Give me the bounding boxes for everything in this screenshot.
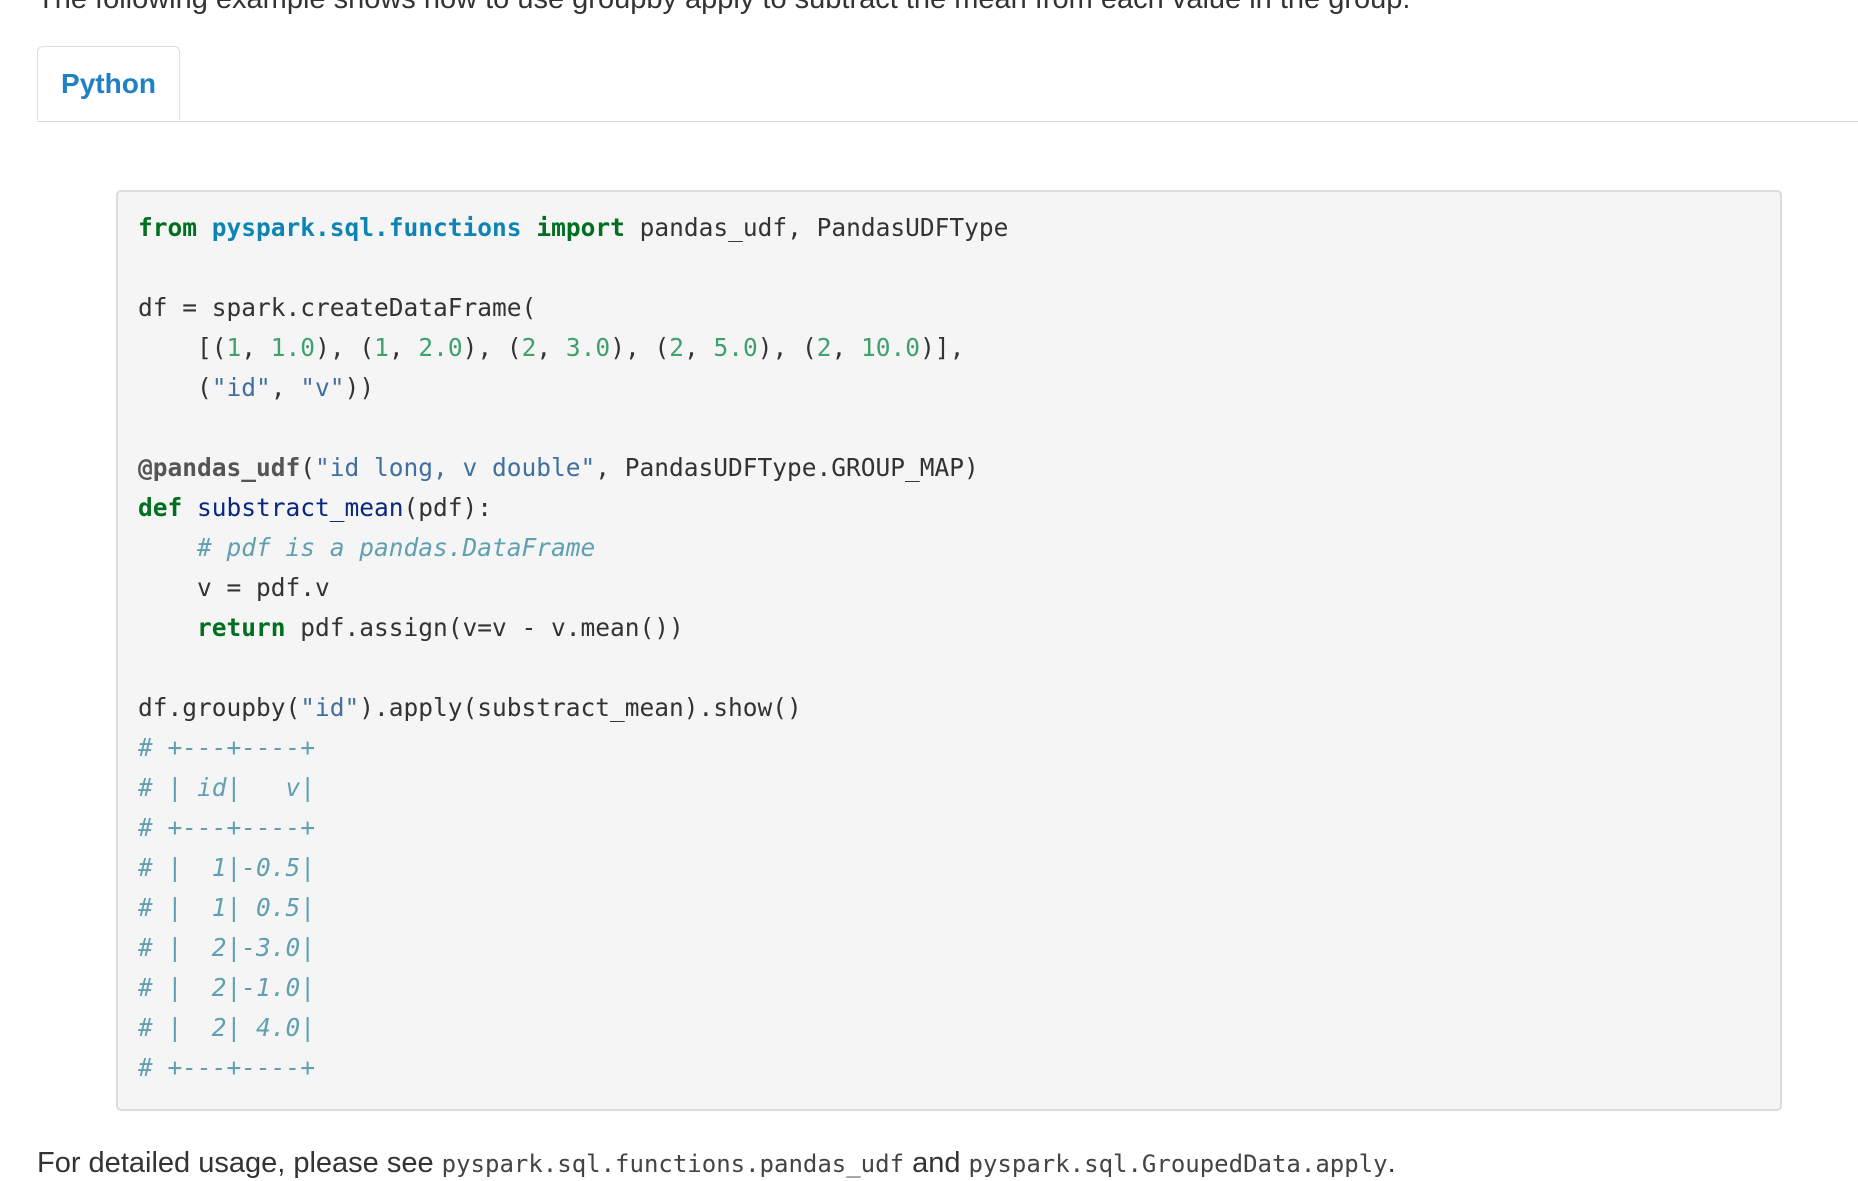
intro-paragraph: The following example shows how to use g… [37,0,1410,16]
code-token: v = pdf.v [138,573,330,602]
code-token: ( [138,373,212,402]
code-token: , [388,333,419,362]
code-token: 1.0 [270,333,316,362]
code-line: # | 2|-3.0| [138,933,315,962]
code-token: pdf.assign(v=v - v.mean()) [285,613,684,642]
code-token: 10.0 [861,333,921,362]
code-token: df = spark.createDataFrame( [138,293,537,322]
code-token: 1 [374,333,389,362]
code-line: from pyspark.sql.functions import pandas… [138,213,1008,242]
code-token: pandas_udf, PandasUDFType [624,213,1009,242]
code-line: # +---+----+ [138,813,315,842]
usage-text-prefix: For detailed usage, please see [37,1147,442,1179]
code-token: # +---+----+ [138,733,316,762]
grouped-data-apply-code-link[interactable]: pyspark.sql.GroupedData.apply [969,1150,1388,1178]
code-content: from pyspark.sql.functions import pandas… [138,208,1760,1088]
code-token: import [536,213,625,242]
code-token: )], [920,333,965,362]
code-line: # | 2| 4.0| [138,1013,315,1042]
code-line: [(1, 1.0), (1, 2.0), (2, 3.0), (2, 5.0),… [138,333,964,362]
code-token: 3.0 [565,333,611,362]
code-token: # | 2| 4.0| [138,1013,316,1042]
code-token: , [536,333,566,362]
code-token: 2 [521,333,537,362]
code-token: ), ( [315,333,375,362]
code-token: # | 2|-1.0| [138,973,316,1002]
code-token: ).apply(substract_mean).show() [359,693,802,722]
code-token: 2 [669,333,684,362]
code-token: 2 [816,333,832,362]
code-token: )) [344,373,375,402]
code-token: # | 2|-3.0| [138,933,316,962]
code-token: , [241,333,271,362]
code-token: , [270,373,301,402]
code-line: ("id", "v")) [138,373,374,402]
code-token: return [197,613,286,642]
usage-text-suffix: . [1387,1147,1396,1179]
language-tab-bar: Python [37,46,1858,122]
code-line: # | 2|-1.0| [138,973,315,1002]
code-token: [( [138,333,227,362]
code-line: # | 1|-0.5| [138,853,315,882]
code-token: (pdf): [403,493,493,522]
code-token: ), ( [757,333,817,362]
code-token: "id" [211,373,271,402]
code-token: , PandasUDFType.GROUP_MAP) [595,453,979,482]
usage-paragraph: For detailed usage, please see pyspark.s… [37,1146,1396,1181]
code-token: , [683,333,714,362]
code-line: df.groupby("id").apply(substract_mean).s… [138,693,802,722]
code-token: # +---+----+ [138,813,316,842]
code-line: v = pdf.v [138,573,330,602]
code-token: # +---+----+ [138,1053,316,1082]
code-block: from pyspark.sql.functions import pandas… [116,190,1782,1111]
code-line: # | id| v| [138,773,315,802]
code-token: , [831,333,862,362]
code-token: pyspark.sql.functions [211,213,522,242]
code-token: ), ( [462,333,522,362]
code-token: "v" [300,373,345,402]
code-line: # +---+----+ [138,1053,315,1082]
code-line: # +---+----+ [138,733,315,762]
code-token: # pdf is a pandas.DataFrame [197,533,596,562]
code-line: # pdf is a pandas.DataFrame [138,533,595,562]
code-token: def [138,493,183,522]
code-token: ( [300,453,316,482]
code-token: @pandas_udf [138,453,301,482]
code-token: 5.0 [713,333,758,362]
code-token: ), ( [610,333,670,362]
code-token: substract_mean [197,493,404,522]
code-line: @pandas_udf("id long, v double", PandasU… [138,453,979,482]
code-token: 1 [226,333,242,362]
code-token: # | id| v| [138,773,316,802]
code-token: "id" [300,693,360,722]
code-line: df = spark.createDataFrame( [138,293,536,322]
code-token: # | 1|-0.5| [138,853,316,882]
code-line: return pdf.assign(v=v - v.mean()) [138,613,684,642]
code-token: # | 1| 0.5| [138,893,316,922]
pandas-udf-code-link[interactable]: pyspark.sql.functions.pandas_udf [442,1150,904,1178]
code-token: df.groupby( [138,693,301,722]
code-token: "id long, v double" [315,453,596,482]
usage-text-middle: and [904,1147,969,1179]
code-line: # | 1| 0.5| [138,893,315,922]
tab-python[interactable]: Python [37,46,180,120]
code-line: def substract_mean(pdf): [138,493,492,522]
code-token: from [138,213,198,242]
code-token: 2.0 [418,333,463,362]
